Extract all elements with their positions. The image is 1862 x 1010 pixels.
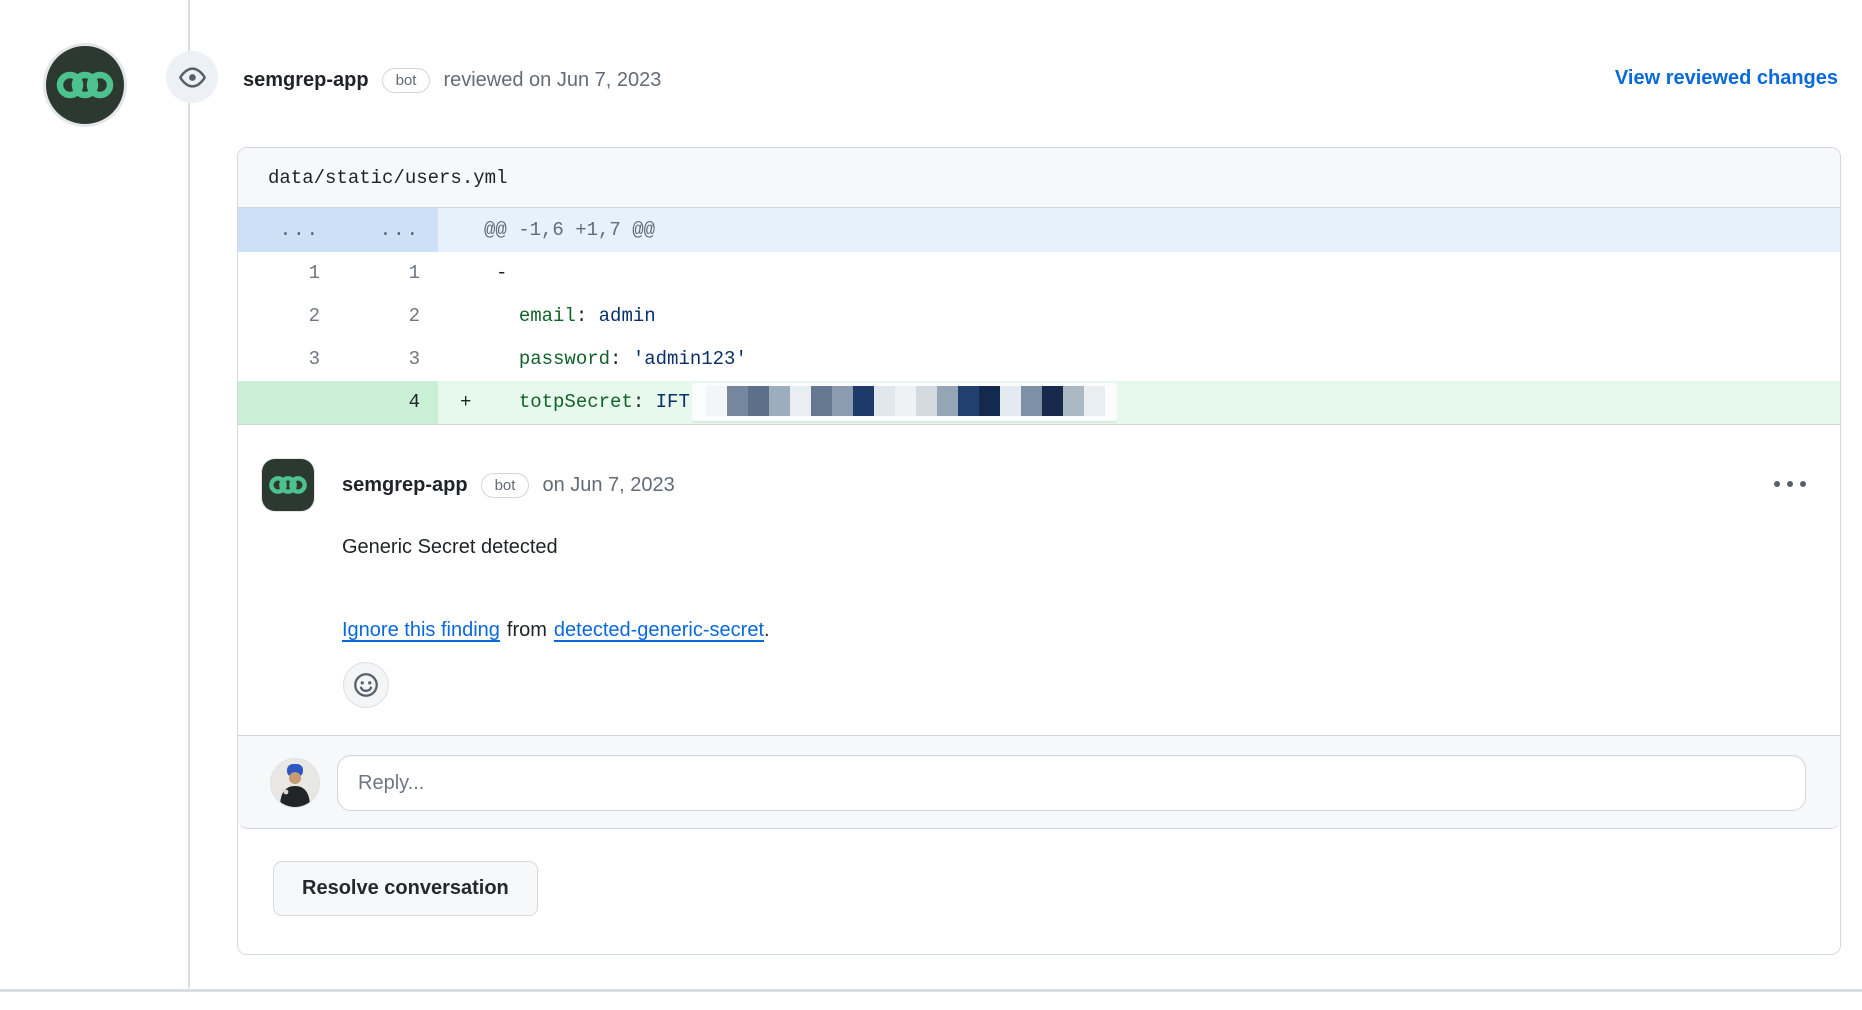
semgrep-logo-icon [56,70,114,100]
diff-row-1: 1 1 - [238,252,1840,295]
old-line-number[interactable] [238,381,338,424]
reply-input[interactable] [337,755,1806,811]
review-action-text: reviewed on Jun 7, 2023 [443,69,661,92]
review-header-text: semgrep-app bot reviewed on Jun 7, 2023 [243,58,661,102]
period-text: . [764,619,770,641]
hunk-new-ellipsis: ... [338,208,438,252]
smiley-icon [353,672,379,698]
hunk-old-ellipsis: ... [238,208,338,252]
new-line-number[interactable]: 2 [338,295,438,338]
reply-section [238,735,1840,829]
old-line-number[interactable]: 3 [238,338,338,381]
comment-header: semgrep-app bot on Jun 7, 2023 [342,459,675,511]
old-line-number[interactable]: 1 [238,252,338,295]
code-line: password: 'admin123' [438,338,1840,381]
view-reviewed-changes-link[interactable]: View reviewed changes [1615,67,1838,90]
bot-badge: bot [481,473,530,498]
from-text: from [507,619,547,641]
rule-link[interactable]: detected-generic-secret [554,619,764,641]
comment-links-line: Ignore this finding from detected-generic-… [342,618,770,643]
diff-file-header[interactable]: data/static/users.yml [238,148,1840,208]
pull-request-review-thread: semgrep-app bot reviewed on Jun 7, 2023 … [0,0,1862,1010]
new-line-number[interactable]: 4 [338,381,438,424]
redacted-secret [692,383,1117,421]
review-thread-card: data/static/users.yml ... ... @@ -1,6 +1… [237,147,1841,955]
new-line-number[interactable]: 3 [338,338,438,381]
page-bottom-divider [0,989,1862,992]
eye-icon [179,64,206,91]
ignore-finding-link[interactable]: Ignore this finding [342,619,500,641]
new-line-number[interactable]: 1 [338,252,438,295]
semgrep-bot-avatar[interactable] [43,43,127,127]
diff-filename[interactable]: data/static/users.yml [268,167,507,189]
comment-date: on Jun 7, 2023 [542,474,674,497]
code-line: email: admin [438,295,1840,338]
code-line: + totpSecret: IFT [438,381,1840,424]
resolve-area: Resolve conversation [238,829,1840,954]
diff-row-4-added: 4 + totpSecret: IFT [238,381,1840,424]
review-header: semgrep-app bot reviewed on Jun 7, 2023 … [0,36,1862,136]
old-line-number[interactable]: 2 [238,295,338,338]
resolve-conversation-button[interactable]: Resolve conversation [273,861,538,916]
review-author-link[interactable]: semgrep-app [243,69,369,92]
diff-table: ... ... @@ -1,6 +1,7 @@ 1 1 - 2 2 email:… [238,208,1840,425]
comment-author-link[interactable]: semgrep-app [342,474,468,497]
eye-review-badge [166,51,218,103]
emoji-reaction-button[interactable] [343,662,389,708]
user-avatar [271,759,319,807]
code-line: - [438,252,1840,295]
diff-hunk-row: ... ... @@ -1,6 +1,7 @@ [238,208,1840,252]
comment-bot-avatar[interactable] [262,459,314,511]
bot-badge: bot [382,68,431,93]
comment: semgrep-app bot on Jun 7, 2023 Generic S… [238,425,1840,735]
hunk-header-text: @@ -1,6 +1,7 @@ [438,208,655,252]
timeline-line [188,0,190,988]
semgrep-logo-icon [269,475,307,495]
diff-row-3: 3 3 password: 'admin123' [238,338,1840,381]
comment-body: Generic Secret detected [342,535,558,560]
diff-row-2: 2 2 email: admin [238,295,1840,338]
kebab-menu-icon[interactable] [1774,481,1806,487]
